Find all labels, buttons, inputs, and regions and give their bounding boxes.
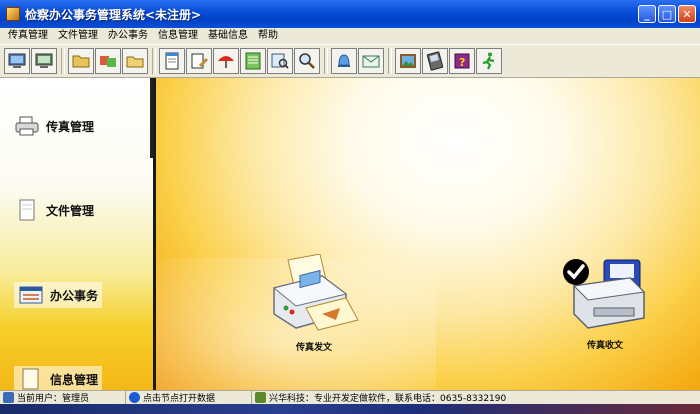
window-controls: _ □ ✕ [638,5,696,23]
app-icon [6,7,20,21]
nav-item-info[interactable]: 信息管理 [14,366,103,392]
help-book-icon[interactable]: ? [449,48,475,74]
folder-transfer-icon[interactable] [95,48,121,74]
fax-receive-item[interactable]: 传真收文 [560,256,650,351]
folder-open-icon[interactable] [122,48,148,74]
ledger-icon[interactable] [240,48,266,74]
nav-item-file[interactable]: 文件管理 [14,198,94,222]
menu-file[interactable]: 文件管理 [53,28,103,44]
fax-receive-icon [563,259,646,329]
minimize-button[interactable]: _ [638,5,656,23]
menu-office[interactable]: 办公事务 [103,28,153,44]
nav-label-file: 文件管理 [46,203,95,218]
user-icon [3,392,14,403]
notepad-icon[interactable] [159,48,185,74]
window-title: 检察办公事务管理系统<未注册> [25,7,202,22]
status-company-text: 兴华科技：专业开发定做软件，联系电话：0635-8332190 [269,394,507,404]
status-company: 兴华科技：专业开发定做软件，联系电话：0635-8332190 [252,391,700,405]
maximize-button[interactable]: □ [658,5,676,23]
folder-icon[interactable] [68,48,94,74]
status-hint: 点击节点打开数据 [126,390,252,405]
nav-item-fax[interactable]: 传真管理 [14,114,94,138]
menu-base-info[interactable]: 基础信息 [203,28,253,44]
nav-item-office[interactable]: 办公事务 [14,282,103,308]
toolbar-separator [61,48,65,74]
picture-icon[interactable] [395,48,421,74]
office-icon [19,286,43,304]
monitor-screen-icon[interactable] [31,48,57,74]
close-button[interactable]: ✕ [678,5,696,23]
file-icon [19,199,35,221]
main-panel: 传真发文 传真收文 [156,78,700,390]
bell-icon[interactable] [331,48,357,74]
company-icon [255,392,266,403]
nav-panel: 传真管理 文件管理 办公事务 信息管理 [0,78,156,392]
info-circle-icon [129,392,140,403]
taskbar-strip [0,404,700,414]
menu-fax[interactable]: 传真管理 [3,28,53,44]
status-bar: 当前用户：管理员 点击节点打开数据 兴华科技：专业开发定做软件，联系电话：063… [0,390,700,405]
menu-info[interactable]: 信息管理 [153,28,203,44]
toolbar-separator [388,48,392,74]
nav-splitter[interactable] [150,78,153,158]
menu-bar: 传真管理 文件管理 办公事务 信息管理 基础信息 帮助 [0,28,700,44]
monitor-icon[interactable] [4,48,30,74]
fax-icon [15,116,39,136]
phone-book-icon[interactable] [422,48,448,74]
magnifier-icon[interactable] [294,48,320,74]
status-user-text: 当前用户：管理员 [17,394,90,404]
fax-send-label: 传真发文 [295,343,332,353]
info-icon [22,368,39,390]
nav-label-fax: 传真管理 [46,119,95,134]
search-document-icon[interactable] [267,48,293,74]
nav-label-info: 信息管理 [50,372,99,387]
toolbar: ? [0,44,700,78]
svg-text:?: ? [459,56,465,69]
toolbar-separator [152,48,156,74]
fax-send-item[interactable]: 传真发文 [266,254,362,353]
status-user: 当前用户：管理员 [0,390,126,405]
menu-help[interactable]: 帮助 [253,28,283,44]
toolbar-separator [324,48,328,74]
fax-receive-label: 传真收文 [586,341,623,351]
umbrella-icon[interactable] [213,48,239,74]
status-hint-text: 点击节点打开数据 [143,394,216,404]
fax-send-icon [272,254,359,331]
nav-label-office: 办公事务 [50,288,99,303]
title-bar: 检察办公事务管理系统<未注册> _ □ ✕ [0,0,700,28]
exit-runner-icon[interactable] [476,48,502,74]
document-edit-icon[interactable] [186,48,212,74]
envelope-icon[interactable] [358,48,384,74]
